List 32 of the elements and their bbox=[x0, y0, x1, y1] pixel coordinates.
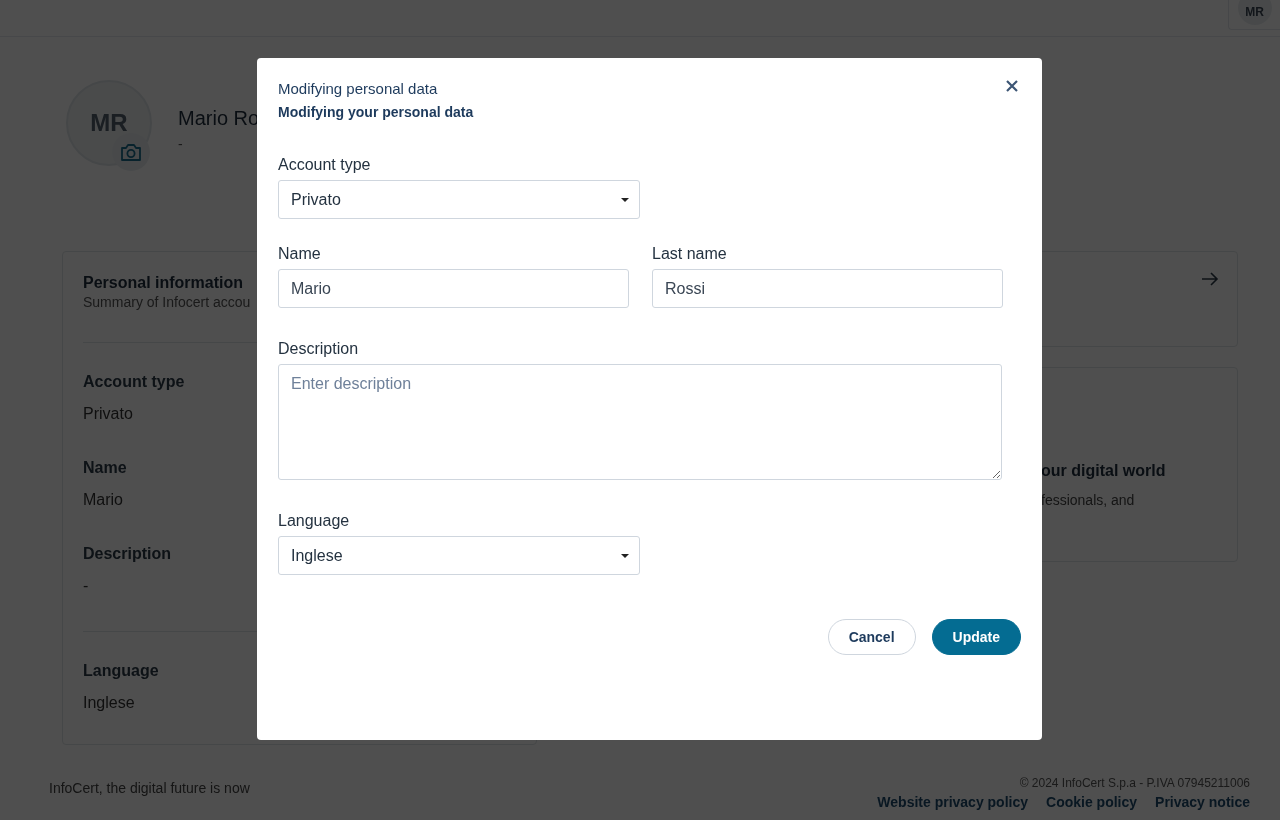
field-label: Description bbox=[278, 340, 359, 358]
dialog-subtitle: Modifying your personal data bbox=[278, 104, 474, 120]
field-value: - bbox=[83, 577, 89, 595]
field-label: Language bbox=[278, 512, 350, 530]
close-button[interactable] bbox=[1004, 78, 1020, 94]
camera-icon bbox=[120, 142, 142, 162]
field-label: Account type bbox=[278, 156, 371, 174]
card-title: Personal information bbox=[83, 274, 244, 292]
dialog-title: Modifying personal data bbox=[278, 80, 438, 97]
name-field[interactable]: Mario bbox=[278, 269, 629, 308]
update-button[interactable]: Update bbox=[931, 619, 1021, 655]
field-label: Language bbox=[83, 662, 159, 680]
field-value: Mario bbox=[83, 491, 123, 509]
last-name-field[interactable]: Rossi bbox=[652, 269, 1003, 308]
field-label: Account type bbox=[83, 373, 185, 391]
arrow-right-icon bbox=[1201, 272, 1219, 286]
field-value: Privato bbox=[83, 405, 133, 423]
cancel-button[interactable]: Cancel bbox=[827, 619, 916, 655]
close-icon bbox=[1006, 80, 1018, 92]
field-label: Last name bbox=[652, 245, 727, 263]
account-type-select[interactable]: Privato bbox=[278, 180, 640, 219]
profile-subtitle: - bbox=[178, 136, 184, 152]
footer-tagline: InfoCert, the digital future is now bbox=[49, 780, 250, 798]
field-label: Name bbox=[278, 245, 321, 263]
caret-icon bbox=[621, 197, 629, 202]
caret-icon bbox=[621, 553, 629, 558]
language-select[interactable]: Inglese bbox=[278, 536, 640, 575]
description-field[interactable]: Enter description bbox=[278, 364, 1002, 480]
field-label: Description bbox=[83, 545, 171, 563]
promo-title: our digital world bbox=[1041, 462, 1167, 480]
promo-text: fessionals, and bbox=[1041, 492, 1136, 508]
field-label: Name bbox=[83, 459, 127, 477]
